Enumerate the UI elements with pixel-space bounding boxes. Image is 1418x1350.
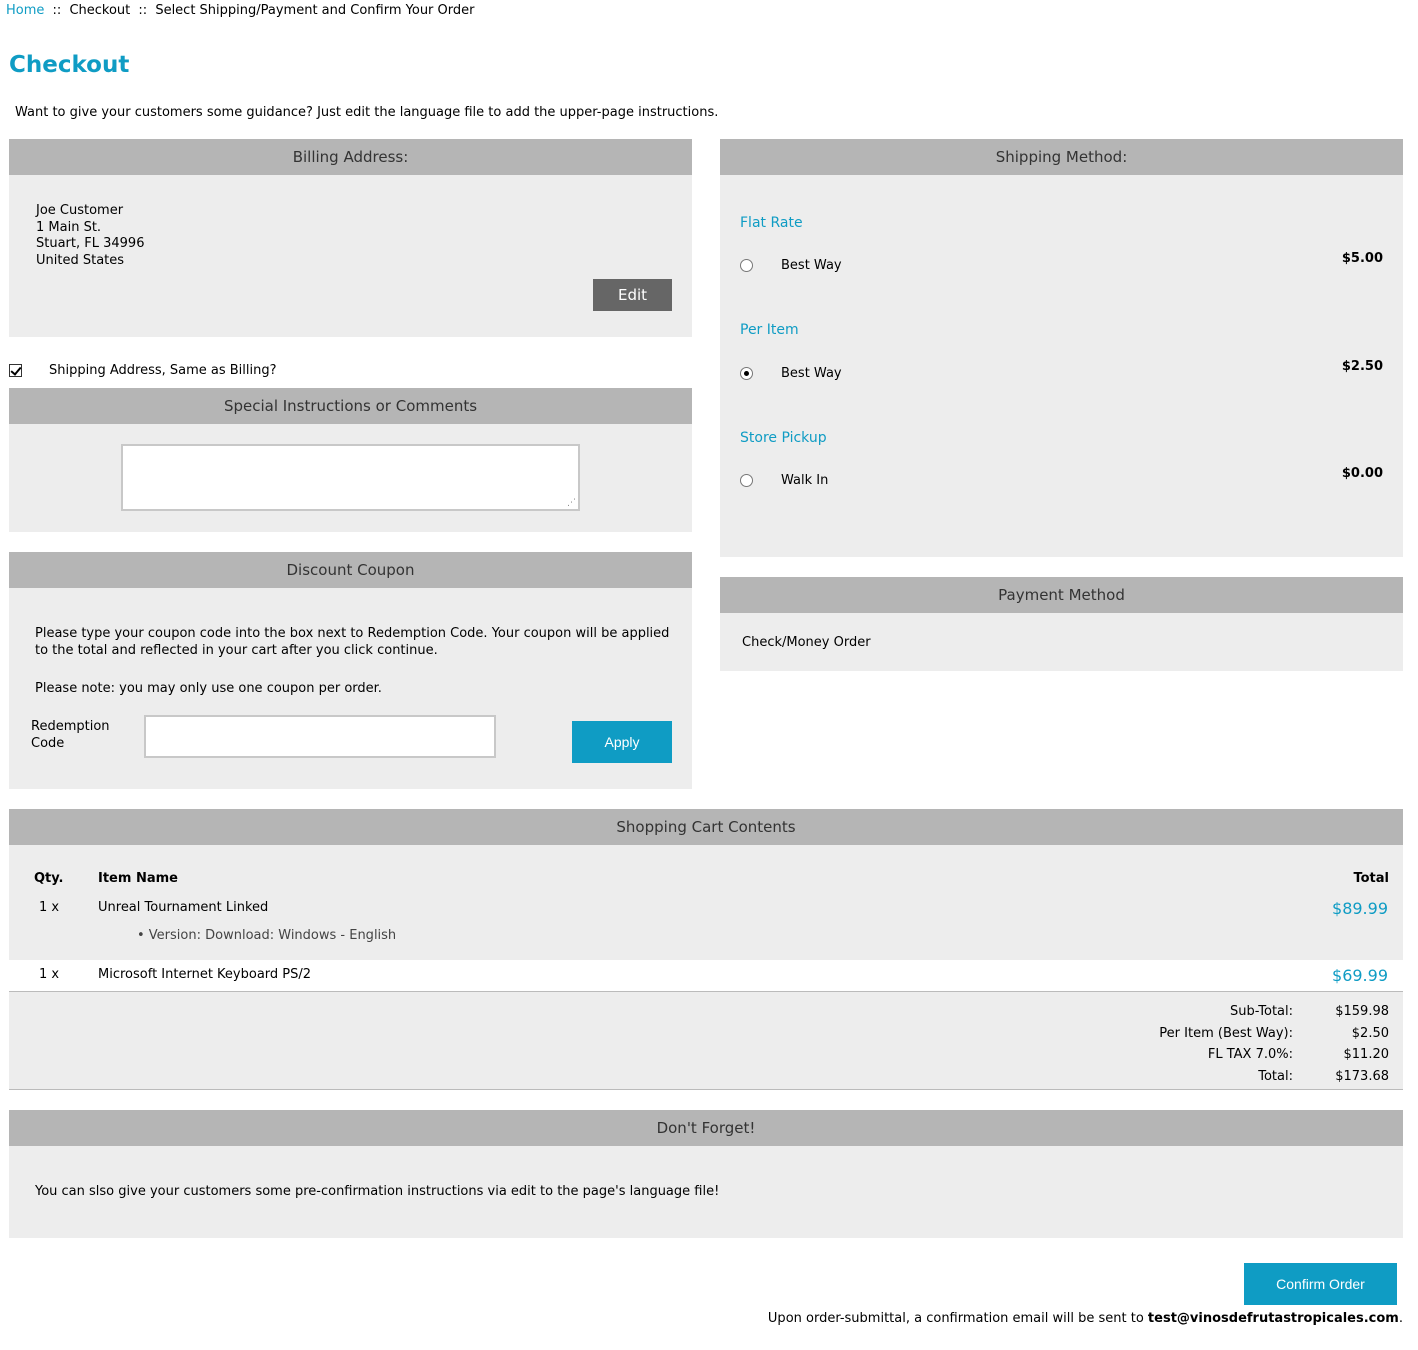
- cart-divider: [9, 1089, 1403, 1090]
- same-as-billing-label[interactable]: Shipping Address, Same as Billing?: [49, 363, 277, 378]
- totals-row: FL TAX 7.0%: $11.20: [1159, 1044, 1389, 1066]
- payment-method-heading: Payment Method: [720, 577, 1403, 613]
- shipping-method-panel: Shipping Method: Flat Rate Best Way $5.0…: [720, 139, 1403, 557]
- item-price: $69.99: [1332, 966, 1388, 985]
- shopping-cart-panel: Shopping Cart Contents Qty. Item Name To…: [9, 809, 1403, 1090]
- shipping-method-heading: Shipping Method:: [720, 139, 1403, 175]
- totals-row: Total: $173.68: [1159, 1066, 1389, 1088]
- edit-billing-button[interactable]: Edit: [593, 279, 672, 311]
- item-price: $89.99: [1332, 899, 1388, 918]
- shipping-option-row[interactable]: Walk In $0.00: [740, 466, 1383, 491]
- discount-coupon-panel: Discount Coupon Please type your coupon …: [9, 552, 692, 789]
- totals-row: Per Item (Best Way): $2.50: [1159, 1023, 1389, 1045]
- dont-forget-text: You can slso give your customers some pr…: [35, 1184, 720, 1199]
- address-line: Joe Customer: [36, 203, 124, 218]
- breadcrumb-home-link[interactable]: Home: [6, 3, 44, 18]
- address-line: 1 Main St.: [36, 219, 102, 235]
- confirmation-email: test@vinosdefrutastropicales.com: [1147, 1311, 1399, 1326]
- confirmation-note-text: Upon order-submittal, a confirmation ema…: [767, 1311, 1144, 1326]
- same-as-billing-checkbox[interactable]: [9, 364, 22, 377]
- shipping-option-price: $2.50: [1341, 359, 1383, 374]
- item-qty: 1 x: [39, 967, 60, 982]
- totals-row: Sub-Total: $159.98: [1159, 1001, 1389, 1023]
- dont-forget-heading: Don't Forget!: [9, 1110, 1403, 1146]
- redemption-code-label: Redemption Code: [31, 719, 110, 751]
- shipping-option-row[interactable]: Best Way $5.00: [740, 251, 1383, 276]
- billing-address-panel: Billing Address: Joe Customer 1 Main St.…: [9, 139, 692, 337]
- shipping-radio-store-pickup[interactable]: [740, 474, 753, 487]
- totals-label: Total:: [1258, 1068, 1293, 1084]
- breadcrumb-separator: ::: [52, 3, 62, 18]
- resize-grip-icon[interactable]: ⋰: [567, 498, 576, 508]
- shipping-radio-flat-rate[interactable]: [740, 259, 753, 272]
- redemption-code-input[interactable]: [144, 715, 496, 758]
- shipping-option-price: $0.00: [1341, 466, 1383, 481]
- item-name: Unreal Tournament Linked: [98, 900, 269, 915]
- address-line: Stuart, FL 34996: [36, 236, 145, 251]
- shipping-option-name: Walk In: [781, 473, 829, 488]
- comments-heading: Special Instructions or Comments: [9, 388, 692, 424]
- comments-textarea[interactable]: ⋰: [121, 444, 580, 511]
- confirmation-note-end: .: [1398, 1311, 1403, 1326]
- payment-method-text: Check/Money Order: [742, 635, 871, 650]
- totals-label: Per Item (Best Way):: [1159, 1025, 1293, 1041]
- breadcrumb-checkout: Checkout: [69, 3, 131, 18]
- shipping-option-row[interactable]: Best Way $2.50: [740, 359, 1383, 384]
- confirm-order-button[interactable]: Confirm Order: [1244, 1263, 1397, 1305]
- totals-label: FL TAX 7.0%:: [1207, 1047, 1293, 1062]
- shipping-radio-per-item[interactable]: [740, 367, 753, 380]
- shipping-option-name: Best Way: [781, 258, 842, 273]
- payment-method-panel: Payment Method Check/Money Order: [720, 577, 1403, 671]
- totals-value: $11.20: [1343, 1047, 1390, 1062]
- comments-panel: Special Instructions or Comments ⋰: [9, 388, 692, 532]
- shipping-option-price: $5.00: [1341, 251, 1383, 266]
- item-name: Microsoft Internet Keyboard PS/2: [98, 967, 312, 982]
- shipping-group-title: Store Pickup: [740, 430, 827, 446]
- coupon-note: Please note: you may only use one coupon…: [35, 681, 382, 696]
- dont-forget-panel: Don't Forget! You can slso give your cus…: [9, 1110, 1403, 1238]
- address-line: United States: [36, 252, 125, 268]
- same-as-billing-row: Shipping Address, Same as Billing?: [9, 363, 277, 378]
- totals-value: $159.98: [1335, 1004, 1389, 1019]
- table-row: 1 x Unreal Tournament Linked • Version: …: [9, 845, 1403, 960]
- shipping-option-name: Best Way: [781, 366, 842, 381]
- table-row: 1 x Microsoft Internet Keyboard PS/2 $69…: [9, 960, 1403, 992]
- item-attribute: • Version: Download: Windows - English: [137, 928, 397, 943]
- item-qty: 1 x: [39, 900, 60, 915]
- breadcrumb-current: Select Shipping/Payment and Confirm Your…: [155, 3, 475, 18]
- billing-address-text: Joe Customer 1 Main St. Stuart, FL 34996…: [36, 203, 144, 269]
- shopping-cart-heading: Shopping Cart Contents: [9, 809, 1403, 845]
- page-title: Checkout: [9, 52, 130, 78]
- totals-value: $2.50: [1351, 1025, 1389, 1041]
- shipping-group-title: Flat Rate: [740, 215, 803, 231]
- totals-value: $173.68: [1335, 1068, 1389, 1084]
- discount-coupon-heading: Discount Coupon: [9, 552, 692, 588]
- coupon-instructions: Please type your coupon code into the bo…: [35, 626, 670, 658]
- shipping-group-title: Per Item: [740, 322, 799, 338]
- confirmation-note: Upon order-submittal, a confirmation ema…: [768, 1311, 1403, 1326]
- billing-address-heading: Billing Address:: [9, 139, 692, 175]
- breadcrumb-separator: ::: [138, 3, 148, 18]
- apply-coupon-button[interactable]: Apply: [572, 721, 672, 763]
- order-totals: Sub-Total: $159.98 Per Item (Best Way): …: [1159, 1001, 1389, 1087]
- totals-label: Sub-Total:: [1230, 1004, 1293, 1019]
- intro-text: Want to give your customers some guidanc…: [15, 105, 719, 120]
- breadcrumb: Home :: Checkout :: Select Shipping/Paym…: [6, 3, 474, 18]
